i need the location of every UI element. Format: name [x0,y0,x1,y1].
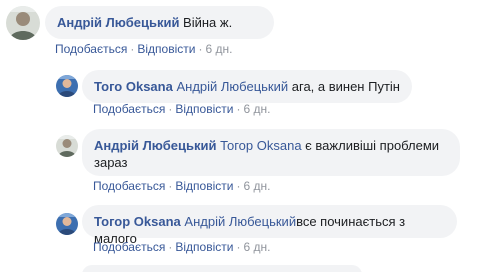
comment-time[interactable]: 6 дн. [243,240,270,254]
avatar-oksana-icon [56,213,78,235]
comment-actions: Подобається · Відповісти · 6 дн. [93,101,270,117]
separator: · [168,102,173,116]
comment-mention[interactable]: Андрій Любецький [176,79,288,94]
comment-bubble: Того Oksana Андрій Любецький ага, а вине… [82,70,412,103]
separator: · [236,102,241,116]
comment-text: Війна ж. [179,15,233,30]
comment-time[interactable]: 6 дн. [205,42,232,56]
comment-bubble: Тогор Oksana Андрій Любецькийвсе починає… [82,205,457,246]
avatar[interactable] [6,6,40,40]
separator: · [198,42,203,56]
like-link[interactable]: Подобається [93,240,165,254]
separator: · [236,179,241,193]
comment-mention[interactable]: Андрій Любецький [184,214,296,229]
avatar-andriy-icon [6,6,40,40]
separator: · [168,240,173,254]
reply-link[interactable]: Відповісти [175,179,233,193]
comment-mention[interactable]: Тогор Oksana [220,138,302,153]
like-link[interactable]: Подобається [93,179,165,193]
avatar[interactable] [56,135,78,157]
reply-link[interactable]: Відповісти [175,102,233,116]
reply-link[interactable]: Відповісти [137,42,195,56]
avatar-oksana-icon [56,75,78,97]
avatar[interactable] [56,75,78,97]
comment-bubble: Андрій Любецький Війна ж. [45,6,274,39]
comment-actions: Подобається · Відповісти · 6 дн. [93,239,270,255]
comment-time[interactable]: 6 дн. [243,102,270,116]
comment-author[interactable]: Андрій Любецький [94,138,216,153]
comment-bubble: Андрій Любецький Тогор Oksana є важливіш… [82,129,460,176]
comment-thread: Андрій Любецький Війна ж. Подобається · Ві… [0,0,491,272]
separator: · [130,42,135,56]
comment-bubble-partial [82,265,362,272]
avatar[interactable] [56,213,78,235]
separator: · [236,240,241,254]
comment-time[interactable]: 6 дн. [243,179,270,193]
comment-author[interactable]: Андрій Любецький [57,15,179,30]
like-link[interactable]: Подобається [55,42,127,56]
avatar-andriy-icon [56,135,78,157]
comment-text: ага, а винен Путін [288,79,400,94]
comment-author[interactable]: Того Oksana [94,79,173,94]
separator: · [168,179,173,193]
comment-actions: Подобається · Відповісти · 6 дн. [55,41,232,57]
comment-author[interactable]: Тогор Oksana [94,214,181,229]
like-link[interactable]: Подобається [93,102,165,116]
comment-actions: Подобається · Відповісти · 6 дн. [93,178,270,194]
reply-link[interactable]: Відповісти [175,240,233,254]
